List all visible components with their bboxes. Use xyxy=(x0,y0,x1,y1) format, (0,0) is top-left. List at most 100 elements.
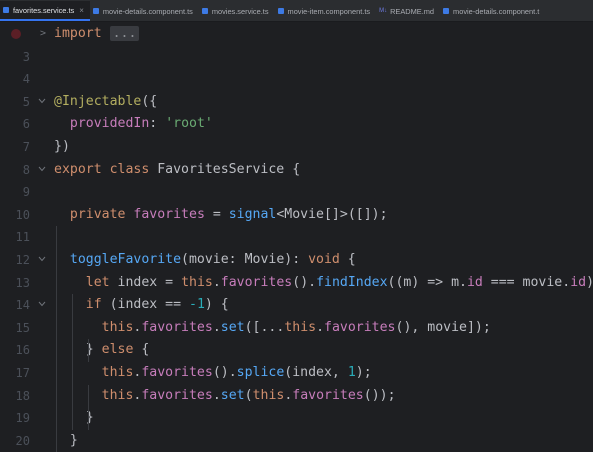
code-token: providedIn xyxy=(69,116,150,132)
code-token: favorites xyxy=(141,387,213,403)
code-text: export class FavoritesService { xyxy=(54,159,300,182)
code-token: void xyxy=(308,252,348,267)
code-token: export class xyxy=(54,161,158,177)
code-token: index = xyxy=(117,274,182,290)
code-token: (). xyxy=(212,365,237,380)
code-token: id xyxy=(466,274,483,290)
markdown-file-icon: M↓ xyxy=(379,8,388,14)
tab-movie-item-component-ts[interactable]: movie-item.component.ts xyxy=(275,1,377,21)
code-token: -1 xyxy=(189,297,205,313)
code-token: (). xyxy=(292,274,317,290)
indent-guide xyxy=(72,294,73,430)
code-line: 15 this.favorites.set([...this.favorites… xyxy=(0,317,593,340)
code-token: favorites xyxy=(133,206,205,222)
code-token: { xyxy=(141,342,150,358)
code-line: 14 if (index == -1) { xyxy=(0,294,593,317)
tab-label: movie-details.component.ts xyxy=(102,6,193,16)
line-number: 12 xyxy=(15,253,30,267)
tab-movies-service-ts[interactable]: movies.service.ts xyxy=(199,1,275,21)
code-token: this xyxy=(101,365,134,380)
tab-readme-md[interactable]: M↓ README.md xyxy=(376,1,440,21)
code-line: 11 xyxy=(0,226,593,249)
code-token: ); xyxy=(586,275,593,290)
code-line: 7}) xyxy=(0,136,593,159)
line-number: 11 xyxy=(15,230,30,245)
line-number: 18 xyxy=(15,388,30,403)
code-token: 'root' xyxy=(165,116,213,132)
code-token: ); xyxy=(355,365,372,380)
breakpoint-icon[interactable] xyxy=(11,29,21,39)
code-line: 4 xyxy=(0,68,593,91)
line-number: 19 xyxy=(15,411,30,426)
code-token: (), movie]); xyxy=(395,319,491,335)
expand-fold-icon[interactable]: > xyxy=(40,23,46,46)
folded-imports-chip[interactable]: ... xyxy=(109,26,140,41)
code-token: toggleFavorite xyxy=(69,252,182,267)
tab-movie-details-component-ts[interactable]: movie-details.component.ts xyxy=(90,1,199,21)
code-token: favorites xyxy=(220,274,293,290)
collapse-fold-icon[interactable] xyxy=(38,249,46,272)
code-token: FavoritesService { xyxy=(157,161,301,177)
code-line: 12 toggleFavorite(movie: Movie): void { xyxy=(0,249,593,272)
line-number: 3 xyxy=(22,49,30,64)
line-number: 6 xyxy=(22,117,30,132)
code-token: findIndex xyxy=(316,274,388,290)
tab-label: movie-item.component.ts xyxy=(287,6,371,16)
code-line: 8 export class FavoritesService { xyxy=(0,159,593,182)
code-text: @Injectable({ xyxy=(54,91,157,114)
code-editor[interactable]: > import ... 3 4 5 @Injectable({6 providedIn:… xyxy=(0,22,593,452)
code-token: . xyxy=(212,274,221,290)
code-token: signal xyxy=(228,206,277,222)
code-text: providedIn: 'root' xyxy=(54,113,213,136)
indent-guide xyxy=(88,339,89,362)
code-line: 17 this.favorites().splice(index, 1); xyxy=(0,362,593,385)
code-line: 9 xyxy=(0,181,593,204)
code-line: 10 private favorites = signal<Movie[]>([… xyxy=(0,204,593,227)
code-token: ({ xyxy=(141,93,158,109)
code-token: . xyxy=(212,319,221,335)
collapse-fold-icon[interactable] xyxy=(38,91,46,114)
tab-label: movie-details.component.t xyxy=(453,6,540,16)
code-token: { xyxy=(347,252,356,267)
code-token: favorites xyxy=(324,319,396,335)
tab-movie-details-component-t[interactable]: movie-details.component.t xyxy=(440,1,545,21)
code-token: (movie: Movie): xyxy=(181,252,309,267)
code-text: toggleFavorite(movie: Movie): void { xyxy=(54,249,356,272)
collapse-fold-icon[interactable] xyxy=(38,159,46,182)
code-token: }) xyxy=(54,139,70,154)
indent-guide xyxy=(56,226,57,452)
close-tab-icon[interactable]: × xyxy=(79,6,84,15)
code-text: this.favorites().splice(index, 1); xyxy=(54,362,372,385)
code-text: private favorites = signal<Movie[]>([]); xyxy=(54,204,388,227)
code-token: this xyxy=(181,274,213,290)
code-line: 3 xyxy=(0,46,593,69)
code-token: this xyxy=(284,319,317,335)
code-line: 20 } xyxy=(0,430,593,452)
line-number: 13 xyxy=(15,275,30,290)
line-number: 8 xyxy=(22,162,30,177)
collapse-fold-icon[interactable] xyxy=(38,294,46,317)
code-token: import xyxy=(54,26,102,41)
code-token: favorites xyxy=(141,365,213,380)
line-number: 7 xyxy=(22,140,30,154)
code-text: } xyxy=(54,430,78,452)
code-token: } xyxy=(54,432,78,448)
tab-label: README.md xyxy=(390,6,435,16)
code-token: . xyxy=(212,387,221,403)
code-token: : xyxy=(149,116,166,132)
code-token: @Injectable xyxy=(54,93,142,109)
code-token: } xyxy=(54,342,102,358)
tab-favorites-service-ts[interactable]: favorites.service.ts × xyxy=(0,1,90,21)
indent-guide xyxy=(88,384,89,430)
code-token: = xyxy=(204,206,229,222)
code-line: 13 let index = this.favorites().findInde… xyxy=(0,272,593,295)
code-text: import ... xyxy=(54,23,140,46)
code-token: favorites xyxy=(141,319,213,335)
code-token: favorites xyxy=(292,387,364,403)
code-token: 1 xyxy=(347,365,356,380)
